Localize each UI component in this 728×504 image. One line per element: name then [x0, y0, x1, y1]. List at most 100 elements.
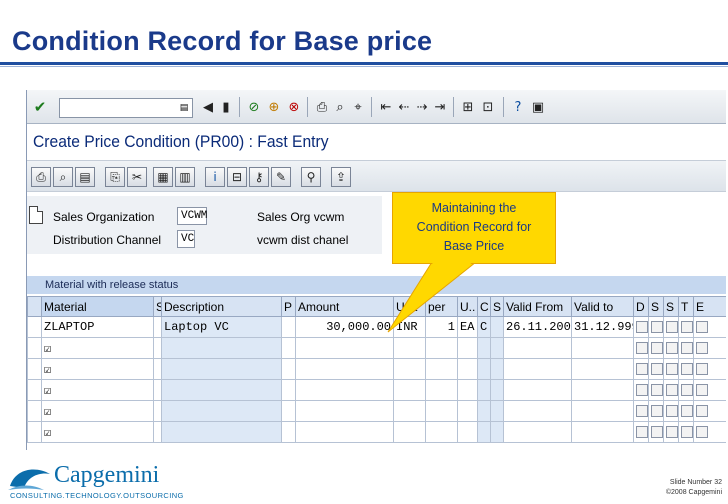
material-cell[interactable]: ☑: [41, 421, 154, 443]
valid-from-cell[interactable]: [503, 400, 572, 422]
checkbox[interactable]: [651, 425, 663, 438]
flag-checkbox-cell[interactable]: [678, 421, 694, 443]
s2-cell[interactable]: [490, 316, 504, 338]
s2-cell[interactable]: [490, 358, 504, 380]
valid-to-cell[interactable]: [571, 337, 634, 359]
flag-checkbox-cell[interactable]: [663, 337, 679, 359]
flag-checkbox-cell[interactable]: [633, 337, 649, 359]
unit-cell[interactable]: INR: [393, 316, 426, 338]
col-unit[interactable]: Unit: [393, 296, 426, 317]
marker-icon[interactable]: ✎: [271, 167, 291, 187]
uom-cell[interactable]: [457, 400, 478, 422]
unit-cell[interactable]: [393, 421, 426, 443]
col-valid-to[interactable]: Valid to: [571, 296, 634, 317]
p-cell[interactable]: [281, 421, 296, 443]
checkbox[interactable]: [636, 404, 648, 417]
description-cell[interactable]: Laptop VC: [161, 316, 282, 338]
flag-checkbox-cell[interactable]: [663, 316, 679, 338]
p-cell[interactable]: [281, 400, 296, 422]
checkbox[interactable]: [681, 341, 693, 354]
valid-from-cell[interactable]: 26.11.2008: [503, 316, 572, 338]
cancel-icon[interactable]: ⊗: [285, 98, 303, 116]
unit-cell[interactable]: [393, 400, 426, 422]
calendar-icon[interactable]: ▦: [153, 167, 173, 187]
flag-checkbox-cell[interactable]: [648, 337, 664, 359]
material-cell[interactable]: ☑: [41, 379, 154, 401]
flag-checkbox-cell[interactable]: [678, 337, 694, 359]
uom-cell[interactable]: [457, 337, 478, 359]
amount-cell[interactable]: [295, 400, 394, 422]
shortcut-icon[interactable]: ⊡: [479, 98, 497, 116]
details-icon[interactable]: ▤: [75, 167, 95, 187]
uom-cell[interactable]: [457, 421, 478, 443]
s1-cell[interactable]: [153, 337, 162, 359]
flag-checkbox-cell[interactable]: [678, 379, 694, 401]
back-nav-icon[interactable]: ⊘: [245, 98, 263, 116]
checkbox[interactable]: [681, 383, 693, 396]
description-cell[interactable]: [161, 379, 282, 401]
material-cell[interactable]: ZLAPTOP: [41, 316, 154, 338]
col-material[interactable]: Material: [41, 296, 154, 317]
checkbox[interactable]: [681, 362, 693, 375]
row-selector[interactable]: [27, 358, 42, 380]
dist-channel-field[interactable]: VC: [177, 230, 195, 248]
sales-org-field[interactable]: VCWM: [177, 207, 207, 225]
checkbox[interactable]: [681, 404, 693, 417]
col-s1[interactable]: S: [153, 296, 162, 317]
p-cell[interactable]: [281, 316, 296, 338]
col-s3[interactable]: S: [648, 296, 664, 317]
table-row[interactable]: ☑: [27, 358, 726, 380]
flag-checkbox-cell[interactable]: [693, 400, 726, 422]
flag-checkbox-cell[interactable]: [693, 316, 726, 338]
checkbox[interactable]: [651, 341, 663, 354]
flag-checkbox-cell[interactable]: [633, 379, 649, 401]
material-cell[interactable]: ☑: [41, 400, 154, 422]
checkbox[interactable]: [636, 341, 648, 354]
description-cell[interactable]: [161, 400, 282, 422]
organizer-icon[interactable]: ⊟: [227, 167, 247, 187]
calc-cell[interactable]: [477, 400, 491, 422]
row-selector[interactable]: [27, 337, 42, 359]
find-next-icon[interactable]: ⌖: [349, 98, 367, 116]
flag-checkbox-cell[interactable]: [633, 400, 649, 422]
col-s2[interactable]: S: [490, 296, 504, 317]
checkbox[interactable]: [666, 404, 678, 417]
flag-checkbox-cell[interactable]: [648, 316, 664, 338]
s1-cell[interactable]: [153, 358, 162, 380]
first-page-icon[interactable]: ⇤: [377, 98, 395, 116]
per-cell[interactable]: [425, 400, 458, 422]
valid-to-cell[interactable]: [571, 379, 634, 401]
calc-cell[interactable]: [477, 358, 491, 380]
prev-page-icon[interactable]: ⇠: [395, 98, 413, 116]
flag-checkbox-cell[interactable]: [648, 379, 664, 401]
checkbox[interactable]: [696, 404, 708, 417]
flag-checkbox-cell[interactable]: [648, 400, 664, 422]
calc-cell[interactable]: [477, 421, 491, 443]
help-icon[interactable]: ?: [509, 98, 527, 116]
table-row[interactable]: ☑: [27, 421, 726, 443]
valid-from-cell[interactable]: [503, 358, 572, 380]
row-selector[interactable]: [27, 421, 42, 443]
p-cell[interactable]: [281, 379, 296, 401]
person-icon[interactable]: ⚲: [301, 167, 321, 187]
find-icon[interactable]: ⌕: [331, 98, 349, 116]
flag-checkbox-cell[interactable]: [663, 400, 679, 422]
checkbox[interactable]: [636, 362, 648, 375]
flag-checkbox-cell[interactable]: [693, 379, 726, 401]
material-cell[interactable]: ☑: [41, 358, 154, 380]
cut-icon[interactable]: ✂: [127, 167, 147, 187]
s2-cell[interactable]: [490, 379, 504, 401]
description-cell[interactable]: [161, 337, 282, 359]
description-cell[interactable]: [161, 421, 282, 443]
col-d[interactable]: D: [633, 296, 649, 317]
col-s4[interactable]: S: [663, 296, 679, 317]
uom-cell[interactable]: EA: [457, 316, 478, 338]
last-page-icon[interactable]: ⇥: [431, 98, 449, 116]
checkbox[interactable]: [636, 383, 648, 396]
flag-checkbox-cell[interactable]: [678, 358, 694, 380]
row-selector[interactable]: [27, 400, 42, 422]
col-e[interactable]: E: [693, 296, 726, 317]
next-page-icon[interactable]: ⇢: [413, 98, 431, 116]
col-per[interactable]: per: [425, 296, 458, 317]
layout-icon[interactable]: ▣: [529, 98, 547, 116]
